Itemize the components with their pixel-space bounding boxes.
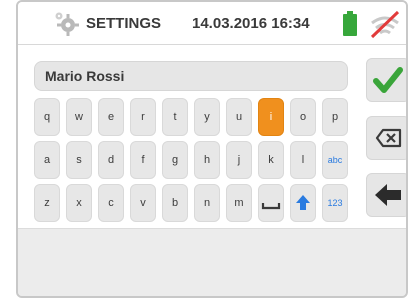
wifi-off-icon — [370, 10, 400, 39]
key-w[interactable]: w — [66, 98, 92, 136]
device-screen: SETTINGS 14.03.2016 16:34 Mario Rossi q … — [16, 0, 408, 298]
confirm-button[interactable] — [366, 58, 406, 102]
shift-icon — [296, 195, 310, 210]
key-o[interactable]: o — [290, 98, 316, 136]
key-h[interactable]: h — [194, 141, 220, 179]
key-q[interactable]: q — [34, 98, 60, 136]
shift-key[interactable] — [290, 184, 316, 222]
battery-icon — [343, 11, 357, 36]
key-s[interactable]: s — [66, 141, 92, 179]
date-time: 14.03.2016 16:34 — [192, 15, 310, 32]
key-l[interactable]: l — [290, 141, 316, 179]
key-g[interactable]: g — [162, 141, 188, 179]
key-i-active[interactable]: i — [258, 98, 284, 136]
key-d[interactable]: d — [98, 141, 124, 179]
key-p[interactable]: p — [322, 98, 348, 136]
key-j[interactable]: j — [226, 141, 252, 179]
key-v[interactable]: v — [130, 184, 156, 222]
backspace-icon — [375, 128, 402, 148]
bottom-panel — [18, 228, 406, 296]
page-title: SETTINGS — [86, 15, 162, 32]
key-k[interactable]: k — [258, 141, 284, 179]
key-u[interactable]: u — [226, 98, 252, 136]
key-n[interactable]: n — [194, 184, 220, 222]
key-z[interactable]: z — [34, 184, 60, 222]
key-y[interactable]: y — [194, 98, 220, 136]
key-a[interactable]: a — [34, 141, 60, 179]
key-f[interactable]: f — [130, 141, 156, 179]
backspace-button[interactable] — [366, 116, 406, 160]
confirm-check-icon — [373, 67, 403, 93]
key-123[interactable]: 123 — [322, 184, 348, 222]
key-r[interactable]: r — [130, 98, 156, 136]
key-e[interactable]: e — [98, 98, 124, 136]
back-arrow-icon — [375, 184, 401, 206]
key-c[interactable]: c — [98, 184, 124, 222]
key-m[interactable]: m — [226, 184, 252, 222]
space-icon — [261, 203, 281, 210]
text-input-field[interactable]: Mario Rossi — [34, 61, 348, 91]
space-key[interactable] — [258, 184, 284, 222]
gear-icon — [55, 12, 79, 36]
status-header: SETTINGS 14.03.2016 16:34 — [18, 2, 406, 45]
key-b[interactable]: b — [162, 184, 188, 222]
key-t[interactable]: t — [162, 98, 188, 136]
key-x[interactable]: x — [66, 184, 92, 222]
key-abc[interactable]: abc — [322, 141, 348, 179]
back-button[interactable] — [366, 173, 406, 217]
